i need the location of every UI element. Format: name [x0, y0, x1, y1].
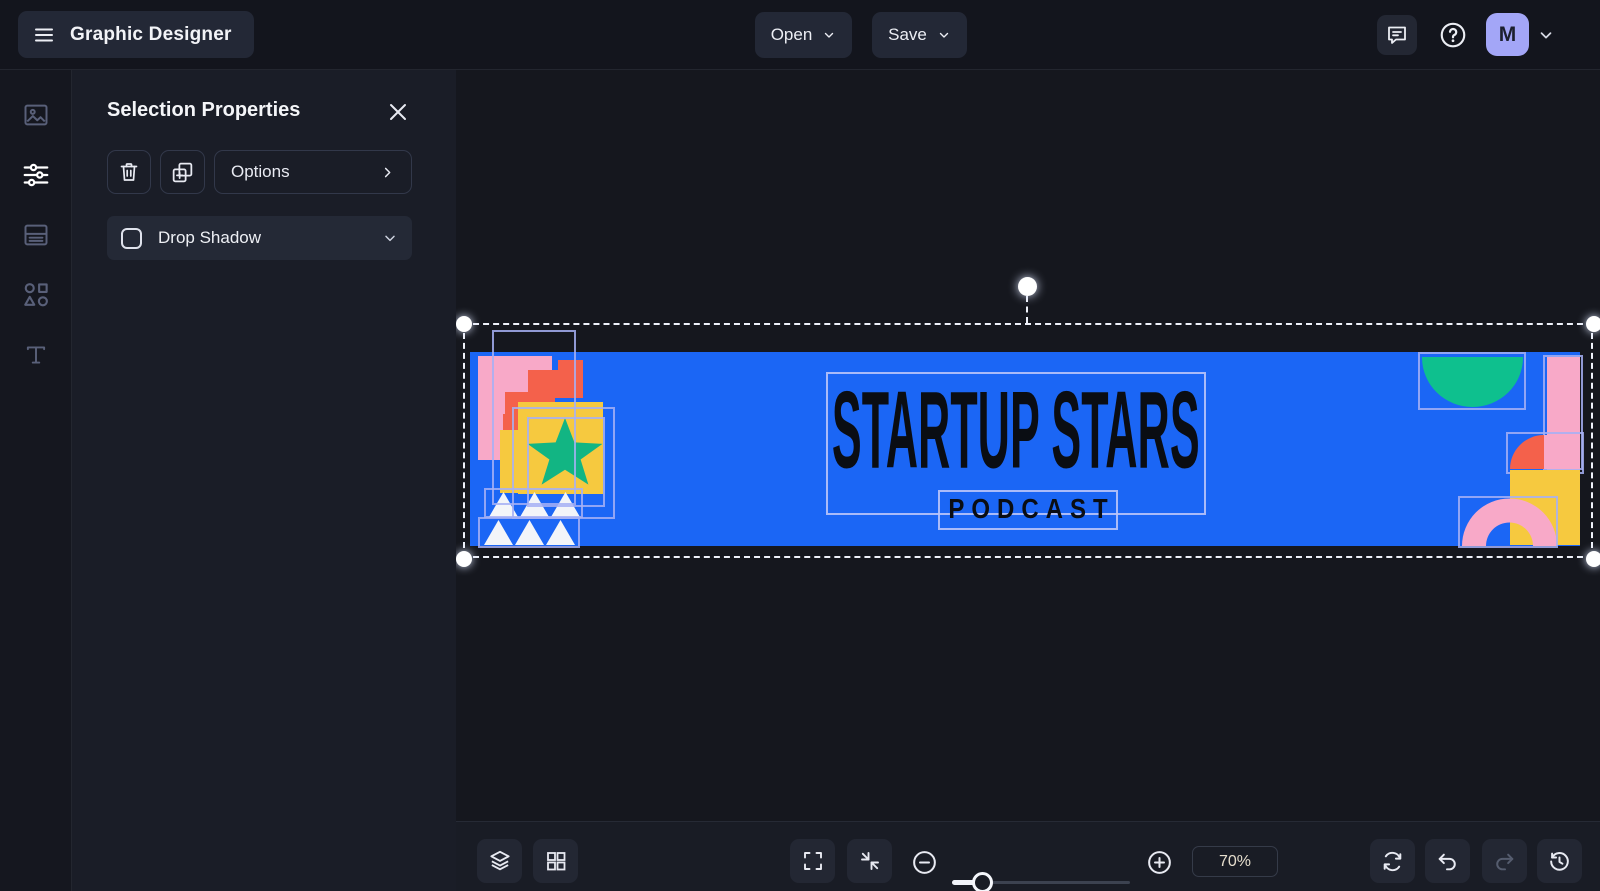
reset-icon — [1380, 849, 1405, 874]
save-button[interactable]: Save — [872, 12, 967, 58]
rail-item-selection-properties[interactable] — [0, 147, 72, 203]
drop-shadow-checkbox[interactable] — [121, 227, 142, 249]
zoom-level-value: 70% — [1218, 852, 1252, 870]
rotation-handle[interactable] — [1018, 277, 1037, 296]
chevron-down-icon — [937, 28, 951, 42]
layers-icon — [487, 848, 513, 874]
save-label: Save — [888, 25, 927, 44]
sliders-icon — [21, 160, 51, 190]
resize-handle-bottom-right[interactable] — [1586, 551, 1600, 567]
feedback-button[interactable] — [1377, 15, 1417, 55]
zoom-slider-thumb[interactable] — [972, 872, 993, 891]
zoom-level-field[interactable]: 70% — [1192, 846, 1278, 877]
layers-button[interactable] — [477, 839, 522, 883]
reset-view-button[interactable] — [1370, 839, 1415, 883]
group-outline — [1506, 432, 1584, 474]
zoom-out-icon[interactable] — [911, 849, 938, 876]
selection-properties-panel: Selection Properties Options Drop Shadow — [72, 70, 456, 891]
fit-screen-icon — [858, 849, 882, 873]
chevron-right-icon — [380, 165, 395, 180]
redo-icon — [1492, 849, 1517, 874]
rail-item-text[interactable] — [0, 327, 72, 383]
history-button[interactable] — [1537, 839, 1582, 883]
banner-title: STARTUP STARS — [832, 371, 1200, 493]
resize-handle-bottom-left[interactable] — [456, 551, 472, 567]
shapes-icon — [20, 280, 52, 310]
options-label: Options — [231, 162, 290, 181]
grid-icon — [544, 849, 568, 873]
tool-rail — [0, 70, 72, 891]
menu-icon[interactable] — [32, 23, 56, 47]
drop-shadow-row[interactable]: Drop Shadow — [107, 216, 412, 260]
resize-handle-top-right[interactable] — [1586, 316, 1600, 332]
zoom-in-icon[interactable] — [1146, 849, 1173, 876]
panel-title: Selection Properties — [107, 99, 301, 121]
open-label: Open — [770, 25, 813, 44]
chevron-down-icon[interactable] — [382, 230, 398, 246]
close-icon[interactable] — [386, 100, 410, 124]
help-icon — [1438, 20, 1468, 50]
app-title: Graphic Designer — [70, 23, 232, 45]
group-outline — [478, 517, 580, 548]
rail-item-pages[interactable] — [0, 207, 72, 263]
account-chevron-down-icon[interactable] — [1537, 26, 1555, 44]
fullscreen-icon — [801, 849, 825, 873]
history-icon — [1547, 849, 1572, 874]
banner-title-group[interactable]: STARTUP STARS — [826, 371, 1206, 493]
help-button[interactable] — [1434, 16, 1472, 54]
trash-icon — [117, 160, 141, 184]
group-outline — [1458, 496, 1558, 548]
group-outline — [1418, 352, 1526, 410]
text-icon — [23, 341, 49, 369]
avatar[interactable]: M — [1486, 13, 1529, 56]
undo-button[interactable] — [1425, 839, 1470, 883]
page-layout-icon — [21, 221, 51, 249]
fullscreen-button[interactable] — [790, 839, 835, 883]
app-window: Graphic Designer Open Save M Selection P… — [0, 0, 1600, 891]
comment-icon — [1385, 23, 1409, 47]
group-outline — [484, 488, 583, 518]
delete-button[interactable] — [107, 150, 151, 194]
rail-item-shapes[interactable] — [0, 267, 72, 323]
resize-handle-top-left[interactable] — [456, 316, 472, 332]
canvas-toolbar: 70% — [456, 821, 1600, 891]
rotation-handle-stem — [1026, 296, 1028, 323]
duplicate-icon — [170, 160, 195, 185]
image-icon — [21, 101, 51, 129]
banner-subtitle: PODCAST — [948, 493, 1115, 525]
fit-to-screen-button[interactable] — [847, 839, 892, 883]
drop-shadow-label: Drop Shadow — [158, 228, 262, 247]
banner-artwork[interactable]: STARTUP STARS PODCAST — [470, 330, 1584, 548]
duplicate-button[interactable] — [160, 150, 205, 194]
app-menu-chip[interactable]: Graphic Designer — [18, 11, 254, 58]
chevron-down-icon — [822, 28, 836, 42]
avatar-initial: M — [1498, 22, 1517, 46]
redo-button[interactable] — [1482, 839, 1527, 883]
undo-icon — [1435, 849, 1460, 874]
options-button[interactable]: Options — [214, 150, 412, 194]
design-canvas[interactable]: STARTUP STARS PODCAST 70% — [456, 70, 1600, 891]
open-button[interactable]: Open — [755, 12, 852, 58]
rail-item-images[interactable] — [0, 87, 72, 143]
grid-view-button[interactable] — [533, 839, 578, 883]
top-bar: Graphic Designer Open Save M — [0, 0, 1600, 70]
banner-subtitle-group[interactable]: PODCAST — [938, 490, 1118, 530]
